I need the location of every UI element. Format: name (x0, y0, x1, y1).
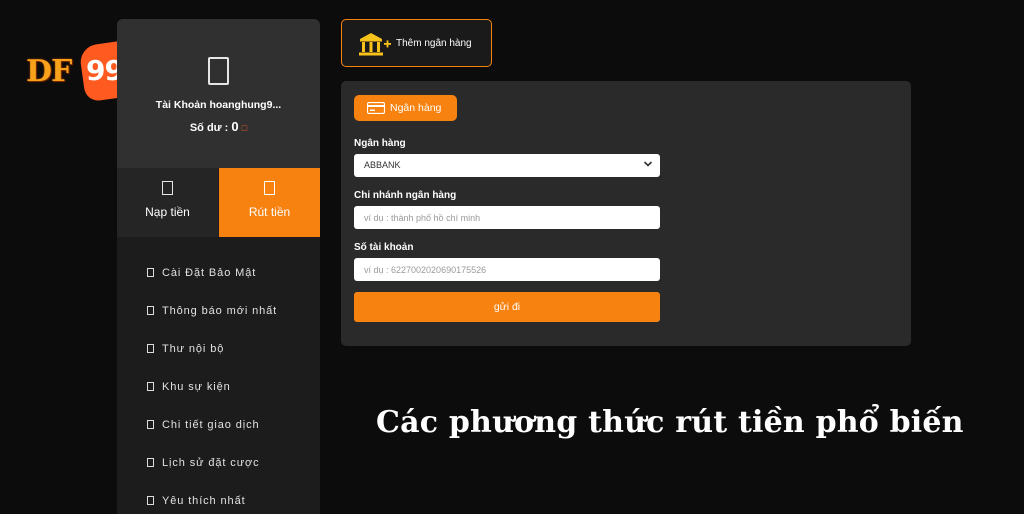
phone-icon (208, 57, 229, 85)
withdraw-form-panel: Ngân hàng Ngân hàng ABBANK Chi nhánh ngâ… (341, 81, 911, 346)
menu-item-label: Yêu thích nhất (162, 495, 246, 507)
add-bank-button[interactable]: Thêm ngân hàng (341, 19, 492, 67)
tab-withdraw[interactable]: Rút tiền (219, 168, 320, 237)
menu-item-security[interactable]: Cài Đặt Bảo Mật (147, 267, 256, 279)
deposit-icon (162, 181, 173, 195)
add-bank-label: Thêm ngân hàng (396, 38, 472, 49)
balance: Số dư : 0 □ (117, 119, 320, 134)
menu-item-notifications[interactable]: Thông báo mới nhất (147, 305, 277, 317)
menu-item-favorites[interactable]: Yêu thích nhất (147, 495, 246, 507)
bank-plus-icon (359, 33, 391, 56)
account-name: Tài Khoản hoanghung9... (155, 99, 282, 111)
sidebar: Tài Khoản hoanghung9... Số dư : 0 □ Nạp … (117, 19, 320, 514)
menu-item-label: Lịch sử đặt cược (162, 457, 260, 469)
tab-deposit[interactable]: Nạp tiền (117, 168, 218, 237)
tab-bar: Nạp tiền Rút tiền (117, 168, 320, 237)
menu-item-label: Thư nội bộ (162, 343, 225, 355)
coin-icon: □ (241, 123, 248, 133)
branch-label: Chi nhánh ngân hàng (354, 190, 457, 201)
withdraw-icon (264, 181, 275, 195)
menu-icon (147, 306, 154, 315)
menu-item-bet-history[interactable]: Lịch sử đặt cược (147, 457, 259, 469)
menu-icon (147, 268, 154, 277)
menu-icon (147, 344, 154, 353)
tab-deposit-label: Nạp tiền (145, 205, 190, 219)
bank-label: Ngân hàng (354, 138, 406, 149)
menu-icon (147, 382, 154, 391)
menu-item-inbox[interactable]: Thư nội bộ (147, 343, 224, 355)
menu-item-transactions[interactable]: Chi tiết giao dịch (147, 419, 260, 431)
account-card: Tài Khoản hoanghung9... Số dư : 0 □ (117, 19, 320, 168)
card-icon (367, 102, 385, 114)
submit-button[interactable]: gửi đi (354, 292, 660, 322)
account-number-input[interactable] (354, 258, 660, 281)
bank-select[interactable]: ABBANK (354, 154, 660, 177)
menu-item-label: Khu sự kiện (162, 381, 231, 393)
branch-input[interactable] (354, 206, 660, 229)
menu-item-label: Chi tiết giao dịch (162, 419, 260, 431)
menu-item-events[interactable]: Khu sự kiện (147, 381, 231, 393)
menu-item-label: Thông báo mới nhất (162, 305, 278, 317)
bank-chip[interactable]: Ngân hàng (354, 95, 457, 121)
account-number-label: Số tài khoản (354, 242, 414, 253)
bank-select-value: ABBANK (364, 160, 401, 170)
chevron-down-icon (643, 161, 653, 167)
caption-text: Các phương thức rút tiền phổ biến (376, 405, 964, 440)
balance-value: 0 (231, 119, 239, 134)
bank-chip-label: Ngân hàng (390, 102, 442, 114)
tab-withdraw-label: Rút tiền (248, 205, 291, 219)
menu-icon (147, 458, 154, 467)
balance-label: Số dư : (189, 122, 229, 134)
logo-text-df: DF (26, 54, 72, 89)
menu-item-label: Cài Đặt Bảo Mật (162, 267, 257, 279)
menu-icon (147, 496, 154, 505)
menu-icon (147, 420, 154, 429)
